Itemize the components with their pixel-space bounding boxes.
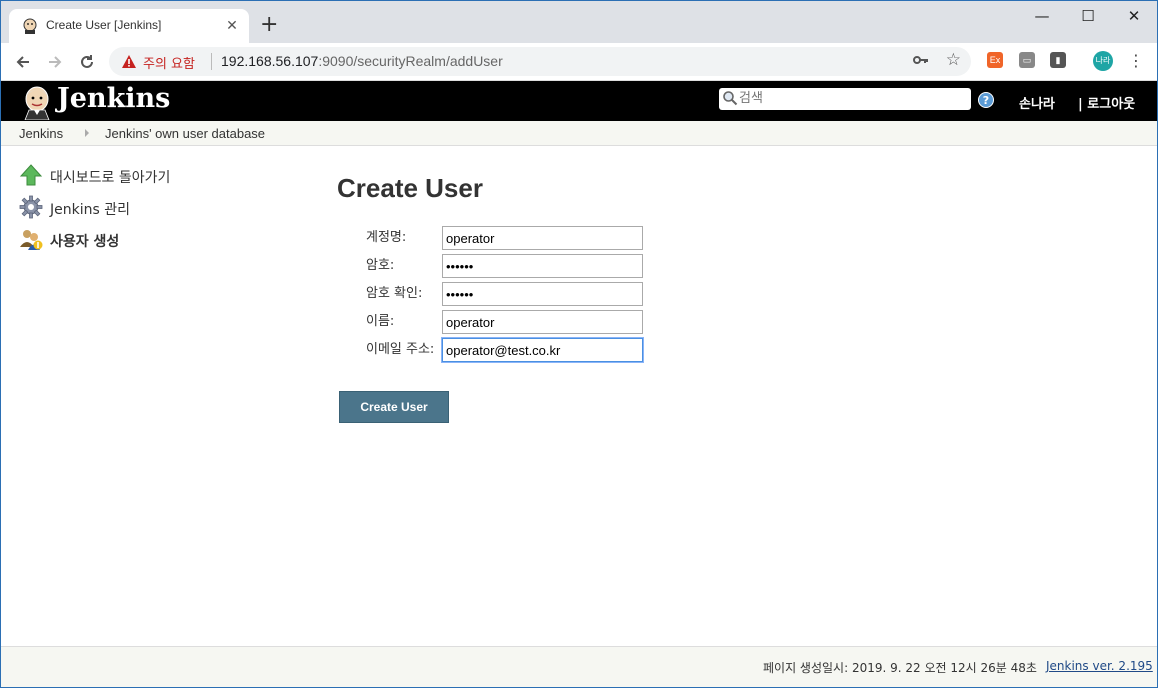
- password-confirm-label: 암호 확인:: [366, 286, 423, 301]
- breadcrumb-item-jenkins[interactable]: Jenkins: [19, 126, 63, 141]
- password-field[interactable]: [442, 254, 643, 278]
- forward-arrow-icon: [49, 56, 62, 68]
- profile-avatar[interactable]: 나라: [1093, 51, 1113, 71]
- menu-kebab-icon[interactable]: ⋮: [1128, 51, 1144, 70]
- new-tab-button[interactable]: +: [260, 14, 278, 36]
- jenkins-title[interactable]: Jenkins: [57, 83, 170, 114]
- fullname-field[interactable]: [442, 310, 643, 334]
- reload-icon: [81, 55, 93, 68]
- jenkins-version-link[interactable]: Jenkins ver. 2.195: [1046, 659, 1153, 673]
- password-confirm-field[interactable]: [442, 282, 643, 306]
- browser-tab[interactable]: Create User [Jenkins] ✕: [9, 9, 249, 43]
- extension-icon-bar[interactable]: ▮: [1050, 52, 1066, 68]
- forward-button[interactable]: [43, 50, 67, 74]
- address-bar[interactable]: 주의 요함 192.168.56.107:9090/securityRealm/…: [109, 47, 971, 76]
- jenkins-logo-icon[interactable]: [19, 84, 55, 120]
- url-path: :9090/securityRealm/addUser: [318, 53, 503, 69]
- users-icon: [20, 230, 43, 250]
- search-box: [719, 88, 971, 110]
- page-title: Create User: [337, 173, 483, 203]
- extension-icon-ex[interactable]: Ex: [987, 52, 1003, 68]
- security-warning[interactable]: 주의 요함: [143, 53, 195, 72]
- user-link[interactable]: 손나라: [1019, 93, 1055, 112]
- tab-title: Create User [Jenkins]: [46, 18, 162, 32]
- page-generated-timestamp: 페이지 생성일시: 2019. 9. 22 오전 12시 26분 48초: [763, 661, 1037, 675]
- username-label: 계정명:: [366, 230, 407, 245]
- username-field[interactable]: [442, 226, 643, 250]
- bookmark-star-icon[interactable]: ☆: [946, 50, 961, 70]
- password-label: 암호:: [366, 258, 395, 273]
- reload-button[interactable]: [75, 50, 99, 74]
- tab-strip: Create User [Jenkins] ✕ + — ☐ ✕: [1, 1, 1157, 43]
- url-text[interactable]: 192.168.56.107:9090/securityRealm/addUse…: [221, 53, 503, 69]
- fullname-label: 이름:: [366, 314, 395, 329]
- create-user-button[interactable]: Create User: [339, 391, 449, 423]
- sidebar-item-dashboard[interactable]: 대시보드로 돌아가기: [19, 163, 279, 187]
- search-input[interactable]: [739, 89, 964, 107]
- key-icon[interactable]: [913, 53, 929, 71]
- email-label: 이메일 주소:: [366, 342, 435, 357]
- sidebar-item-label: Jenkins 관리: [50, 202, 130, 218]
- logout-link[interactable]: | 로그아웃: [1078, 93, 1135, 112]
- breadcrumb-arrow-icon[interactable]: [85, 129, 89, 137]
- extension-icon-reader[interactable]: ▭: [1019, 52, 1035, 68]
- browser-window: Create User [Jenkins] ✕ + — ☐ ✕ 주의 요함 19…: [0, 0, 1158, 688]
- browser-toolbar: 주의 요함 192.168.56.107:9090/securityRealm/…: [1, 43, 1157, 81]
- breadcrumb-item-user-database[interactable]: Jenkins' own user database: [105, 126, 265, 141]
- back-button[interactable]: [11, 50, 35, 74]
- up-arrow-icon: [19, 164, 43, 186]
- address-separator: [211, 53, 212, 70]
- url-host: 192.168.56.107: [221, 53, 319, 69]
- warning-icon: [122, 55, 136, 68]
- close-window-button[interactable]: ✕: [1111, 1, 1157, 33]
- page-footer: 페이지 생성일시: 2019. 9. 22 오전 12시 26분 48초 Jen…: [1, 646, 1157, 687]
- breadcrumb: Jenkins Jenkins' own user database: [1, 121, 1157, 146]
- search-icon: [723, 91, 738, 106]
- sidebar-item-label: 대시보드로 돌아가기: [50, 170, 171, 186]
- sidebar-item-label: 사용자 생성: [50, 234, 120, 250]
- sidebar-item-manage-jenkins[interactable]: Jenkins 관리: [19, 195, 279, 219]
- email-field[interactable]: [442, 338, 643, 362]
- maximize-button[interactable]: ☐: [1065, 1, 1111, 33]
- jenkins-header: Jenkins ? 손나라 | 로그아웃: [1, 81, 1157, 121]
- minimize-button[interactable]: —: [1019, 1, 1065, 33]
- sidebar-item-create-user[interactable]: 사용자 생성: [19, 227, 279, 251]
- gear-icon: [19, 195, 43, 219]
- tab-close-icon[interactable]: ✕: [223, 17, 241, 35]
- back-arrow-icon: [16, 56, 29, 68]
- help-icon[interactable]: ?: [978, 92, 994, 108]
- jenkins-favicon-icon: [23, 18, 37, 34]
